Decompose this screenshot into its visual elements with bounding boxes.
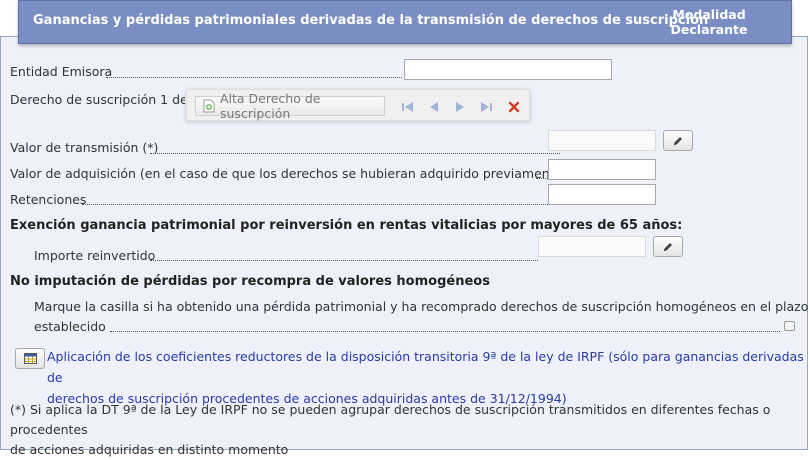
valor-adquisicion-label: Valor de adquisición (en el caso de que …: [10, 166, 568, 181]
header-mode: Modalidad Declarante: [649, 7, 769, 37]
valor-transmision-input[interactable]: [548, 130, 656, 151]
footnote-line2: de acciones adquiridas en distinto momen…: [10, 442, 289, 457]
add-document-icon: [203, 99, 215, 113]
valor-adquisicion-input[interactable]: [548, 159, 656, 180]
alta-derecho-button[interactable]: Alta Derecho de suscripción: [195, 91, 385, 121]
dotted-leader: [150, 260, 538, 261]
footnote-line1: (*) Si aplica la DT 9ª de la Ley de IRPF…: [10, 402, 771, 437]
no-imputacion-text-line2: establecido: [34, 319, 106, 334]
entidad-emisora-input[interactable]: [404, 59, 612, 80]
footnote: (*) Si aplica la DT 9ª de la Ley de IRPF…: [10, 400, 800, 460]
previous-record-icon[interactable]: [427, 100, 441, 114]
importe-reinvertido-label: Importe reinvertido: [34, 248, 156, 263]
pencil-icon: [662, 241, 674, 253]
alta-derecho-label: Alta Derecho de suscripción: [220, 91, 321, 121]
edit-importe-reinvertido-button[interactable]: [653, 236, 683, 257]
no-imputacion-title: No imputación de pérdidas por recompra d…: [10, 274, 490, 289]
retenciones-input[interactable]: [548, 184, 656, 205]
coeficientes-button[interactable]: [15, 348, 45, 369]
delete-record-icon[interactable]: [507, 100, 521, 114]
dotted-leader: [110, 331, 780, 332]
valor-transmision-label: Valor de transmisión (*): [10, 140, 159, 155]
derecho-counter: Derecho de suscripción 1 de 1: [10, 92, 185, 107]
importe-reinvertido-input[interactable]: [538, 236, 646, 257]
entidad-emisora-label: Entidad Emisora: [10, 64, 113, 79]
dotted-leader: [82, 204, 548, 205]
exencion-title: Exención ganancia patrimonial por reinve…: [10, 218, 683, 233]
header-mode-line1: Modalidad: [672, 7, 746, 22]
last-record-icon[interactable]: [479, 100, 493, 114]
table-icon: [23, 353, 37, 364]
derecho-toolbar: Alta Derecho de suscripción: [186, 89, 530, 121]
edit-valor-transmision-button[interactable]: [663, 130, 693, 151]
header-mode-line2: Declarante: [670, 22, 748, 37]
retenciones-label: Retenciones: [10, 192, 87, 207]
header-title: Ganancias y pérdidas patrimoniales deriv…: [33, 13, 709, 28]
dotted-leader: [536, 178, 548, 179]
dotted-leader: [150, 153, 560, 154]
dotted-leader: [106, 77, 402, 78]
first-record-icon[interactable]: [401, 100, 415, 114]
section-header: Ganancias y pérdidas patrimoniales deriv…: [18, 0, 792, 44]
coeficientes-link-line1: Aplicación de los coeficientes reductore…: [47, 349, 804, 385]
pencil-icon: [672, 135, 684, 147]
recompra-checkbox[interactable]: [784, 321, 795, 331]
no-imputacion-text-line1: Marque la casilla si ha obtenido una pér…: [34, 299, 809, 314]
next-record-icon[interactable]: [453, 100, 467, 114]
